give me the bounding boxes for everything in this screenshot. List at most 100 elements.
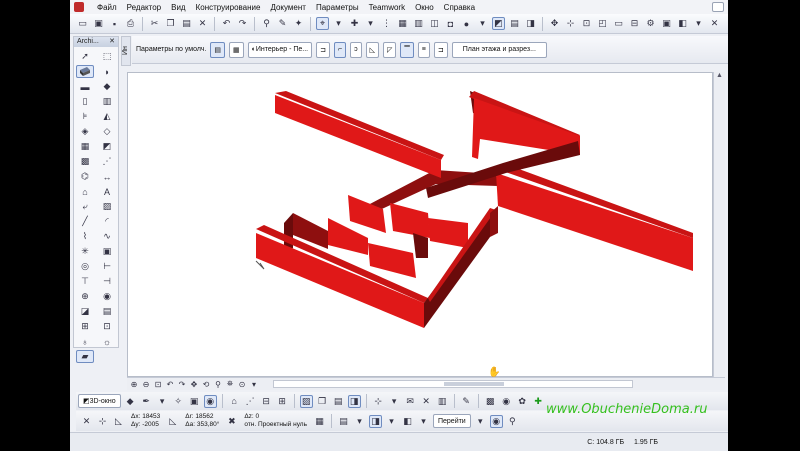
- skylight-tool-icon[interactable]: ◇: [98, 125, 116, 138]
- wall-settings-icon[interactable]: ▤: [210, 41, 226, 58]
- menu-teamwork[interactable]: Teamwork: [364, 3, 410, 12]
- scroll-up-icon[interactable]: ▲: [714, 72, 725, 82]
- measure-icon[interactable]: ⊹: [564, 17, 577, 30]
- close-icon[interactable]: ✕: [420, 395, 433, 408]
- clipboard-icon[interactable]: ▥: [436, 395, 449, 408]
- stair-tool-icon[interactable]: ⊧: [76, 110, 94, 123]
- copy-icon[interactable]: ❐: [164, 17, 177, 30]
- pan-icon[interactable]: ✥: [189, 380, 199, 389]
- wall-tool-icon[interactable]: [76, 65, 94, 78]
- dropdown-arrow-icon[interactable]: ▾: [692, 17, 705, 30]
- walk-icon[interactable]: ⚲: [213, 380, 223, 389]
- selection-filter-icon[interactable]: ▤: [337, 415, 350, 428]
- text-tool-icon[interactable]: A: [98, 185, 116, 198]
- fit-in-window-icon[interactable]: ⊡: [153, 380, 163, 389]
- guide-lines-icon[interactable]: ✚: [348, 17, 361, 30]
- close-icon[interactable]: ✕: [708, 17, 721, 30]
- save-icon[interactable]: ▪: [108, 17, 121, 30]
- trace-icon[interactable]: ▤: [508, 17, 521, 30]
- zoom-in-icon[interactable]: ⊕: [129, 380, 139, 389]
- paste-icon[interactable]: ▤: [332, 395, 345, 408]
- dropdown-arrow-icon[interactable]: ▾: [156, 395, 169, 408]
- 3d-display-icon[interactable]: ◉: [203, 394, 217, 408]
- dropdown-arrow-icon[interactable]: ▾: [476, 17, 489, 30]
- delete-icon[interactable]: ✕: [196, 17, 209, 30]
- dimension-tool-icon[interactable]: ↔: [98, 170, 116, 183]
- 3d-rotate-icon[interactable]: ✥: [548, 17, 561, 30]
- drawing-tool-icon[interactable]: ▤: [98, 305, 116, 318]
- close-icon[interactable]: ✕: [80, 415, 93, 428]
- info-box-tab[interactable]: Ин: [121, 36, 131, 66]
- morph-tool-icon[interactable]: ◩: [98, 140, 116, 153]
- new-file-icon[interactable]: ▭: [76, 17, 89, 30]
- dropdown-arrow-icon[interactable]: ▾: [249, 380, 259, 389]
- curtain-wall-tool-icon[interactable]: ▦: [76, 140, 94, 153]
- 3d-window-icon[interactable]: ◰: [596, 17, 609, 30]
- interior-elevation-tool-icon[interactable]: ⊣: [98, 275, 116, 288]
- slab-tool-icon[interactable]: ◆: [98, 80, 116, 93]
- magic-wand-icon[interactable]: ✦: [292, 17, 305, 30]
- origin-icon[interactable]: ◺: [112, 415, 125, 428]
- explore-icon[interactable]: ⛯: [225, 379, 235, 389]
- image-icon[interactable]: ▩: [484, 395, 497, 408]
- zoom-3d-icon[interactable]: ⊙: [237, 380, 247, 389]
- calculator-icon[interactable]: ▦: [313, 415, 326, 428]
- reference-line-icon[interactable]: ▔: [400, 41, 414, 58]
- geometry-trapezoid-icon[interactable]: ◺: [365, 41, 379, 58]
- menu-window[interactable]: Окно: [410, 3, 439, 12]
- menu-file[interactable]: Файл: [92, 3, 122, 12]
- geometry-curve-icon[interactable]: ↄ: [350, 41, 362, 58]
- 3d-cut-icon[interactable]: ⊡: [580, 17, 593, 30]
- layers-icon[interactable]: ▥: [412, 17, 425, 30]
- walker-icon[interactable]: ⚲: [506, 415, 519, 428]
- display-icon[interactable]: ◧: [676, 17, 689, 30]
- section-icon[interactable]: ⊟: [260, 395, 273, 408]
- floor-icon[interactable]: ⊐: [316, 41, 330, 58]
- horizontal-scrollbar[interactable]: [273, 380, 633, 388]
- dropdown-arrow-icon[interactable]: ▾: [364, 17, 377, 30]
- arc-tool-icon[interactable]: ◜: [98, 215, 116, 228]
- section-icon[interactable]: ⊟: [628, 17, 641, 30]
- 3d-window-tab[interactable]: ◩ 3D-окно: [78, 394, 121, 408]
- home-icon[interactable]: ⌂: [228, 395, 241, 408]
- elevation-icon[interactable]: ⊞: [276, 395, 289, 408]
- label-tool-icon[interactable]: ⤶: [76, 200, 94, 213]
- zone-tool-icon[interactable]: ⋰: [98, 155, 116, 168]
- vertical-scrollbar[interactable]: ▲: [713, 72, 725, 377]
- shell-tool-icon[interactable]: ◈: [76, 125, 94, 138]
- section-tool-icon[interactable]: ⊢: [98, 260, 116, 273]
- menu-design[interactable]: Конструирование: [191, 3, 266, 12]
- structure-icon[interactable]: ⋰: [244, 395, 257, 408]
- mesh-tool-icon[interactable]: ⌬: [76, 170, 94, 183]
- wall-structure-icon[interactable]: ▦: [229, 41, 244, 58]
- dropdown-arrow-icon[interactable]: ▾: [353, 415, 366, 428]
- column-tool-icon[interactable]: ◗: [98, 65, 116, 78]
- fill-tool-icon[interactable]: ▨: [98, 200, 116, 213]
- arrow-tool-icon[interactable]: ➚: [76, 50, 94, 63]
- lock-icon[interactable]: ◘: [444, 17, 457, 30]
- menu-view[interactable]: Вид: [166, 3, 190, 12]
- scroll-thumb[interactable]: [444, 382, 504, 386]
- undo-icon[interactable]: ↶: [220, 17, 233, 30]
- layer-icon[interactable]: ▨: [299, 394, 313, 408]
- elevation-tool-icon[interactable]: ⊤: [76, 275, 94, 288]
- display-options-icon[interactable]: ◨: [368, 414, 382, 428]
- sun-tool-icon[interactable]: ☼: [98, 335, 116, 348]
- layout-icon[interactable]: ▣: [660, 17, 673, 30]
- go-to-button[interactable]: Перейти: [432, 414, 471, 428]
- gear-icon[interactable]: ⚙: [644, 17, 657, 30]
- polar-icon[interactable]: ◺: [166, 415, 179, 428]
- 3d-viewport[interactable]: ✋: [127, 72, 713, 378]
- window-tool-icon[interactable]: ▥: [98, 95, 116, 108]
- level-dimension-tool-icon[interactable]: ⌂: [76, 185, 94, 198]
- pick-up-icon[interactable]: ⚲: [260, 17, 273, 30]
- close-icon[interactable]: ✕: [109, 37, 115, 47]
- camera-tool-icon[interactable]: ◎: [76, 260, 94, 273]
- group-icon[interactable]: ◫: [428, 17, 441, 30]
- pin-tool-icon[interactable]: ♁: [76, 335, 94, 348]
- window-restore-button[interactable]: [712, 2, 724, 12]
- menu-document[interactable]: Документ: [265, 3, 311, 12]
- interior-profile-select[interactable]: ◐ Интерьер - Пе...: [247, 41, 313, 58]
- model-view-icon[interactable]: ◆: [124, 395, 137, 408]
- hotspot-tool-icon[interactable]: ✳: [76, 245, 94, 258]
